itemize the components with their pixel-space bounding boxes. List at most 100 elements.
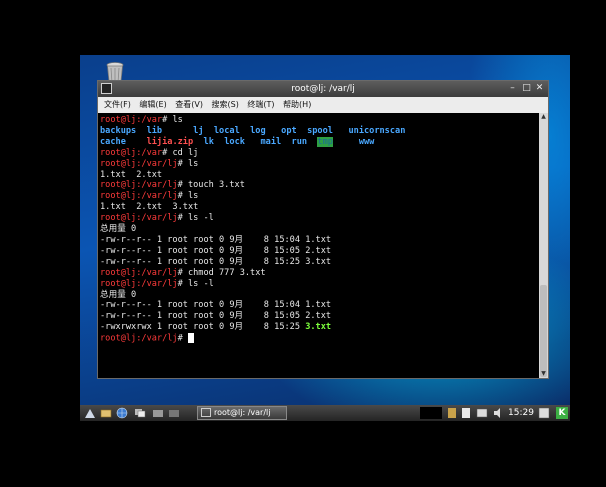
terminal-text: root@lj:/var/lj	[100, 267, 178, 278]
terminal-text: -rw-r--r-- 1 root root 0 9月 8 15:04 1.tx…	[100, 234, 332, 245]
terminal-text: root@lj:/var/lj	[100, 213, 178, 224]
start-menu-icon[interactable]	[84, 407, 96, 419]
menu-search[interactable]: 搜索(S)	[212, 100, 239, 109]
terminal-text: opt	[281, 125, 297, 136]
terminal-text: root@lj:/var/lj	[100, 180, 178, 191]
terminal-output[interactable]: root@lj:/var# ls backups lib lj local log…	[100, 115, 538, 377]
show-desktop-icon[interactable]	[134, 407, 146, 419]
terminal-text: 总用量 0	[100, 224, 137, 235]
file-manager-icon[interactable]	[100, 407, 112, 419]
terminal-text: root@lj:/var/lj	[100, 333, 178, 344]
workspace-icon[interactable]	[152, 407, 164, 419]
window-title: root@lj: /var/lj	[291, 84, 355, 94]
keyboard-layout-icon[interactable]: K	[556, 407, 568, 419]
terminal-text: backups	[100, 125, 137, 136]
terminal-text: #	[177, 333, 188, 344]
menubar: 文件(F) 编辑(E) 查看(V) 搜索(S) 终端(T) 帮助(H)	[98, 97, 548, 113]
terminal-text: cache	[100, 136, 126, 147]
workspace-switch-icon[interactable]	[168, 407, 180, 419]
scroll-up-icon[interactable]: ▲	[539, 113, 548, 121]
terminal-text: 1.txt 2.txt	[100, 169, 163, 180]
terminal-line: 总用量 0	[100, 224, 538, 235]
terminal-line: root@lj:/var/lj# ls -l	[100, 279, 538, 290]
terminal-text: log	[250, 125, 266, 136]
terminal-text: lj	[193, 125, 204, 136]
terminal-text: -rw-r--r-- 1 root root 0 9月 8 15:05 2.tx…	[100, 311, 332, 322]
terminal-text: www	[358, 136, 375, 147]
menu-file[interactable]: 文件(F)	[104, 100, 131, 109]
terminal-task-icon	[201, 408, 211, 417]
volume-icon[interactable]	[492, 407, 504, 419]
window-titlebar[interactable]: root@lj: /var/lj – □ ✕	[98, 81, 548, 97]
terminal-line: -rw-r--r-- 1 root root 0 9月 8 15:05 2.tx…	[100, 311, 538, 322]
terminal-text: -rw-r--r-- 1 root root 0 9月 8 15:04 1.tx…	[100, 300, 332, 311]
terminal-text: -rwxrwxrwx 1 root root 0 9月 8 15:25	[100, 322, 306, 333]
minimize-button[interactable]: –	[507, 83, 518, 94]
terminal-line: -rw-r--r-- 1 root root 0 9月 8 15:04 1.tx…	[100, 300, 538, 311]
terminal-text: -rw-r--r-- 1 root root 0 9月 8 15:05 2.tx…	[100, 245, 332, 256]
terminal-line: -rw-r--r-- 1 root root 0 9月 8 15:25 3.tx…	[100, 257, 538, 268]
taskbar-terminal-button[interactable]: root@lj: /var/lj	[197, 406, 287, 420]
menu-view[interactable]: 查看(V)	[175, 100, 203, 109]
terminal-text: 3.txt	[305, 322, 332, 333]
terminal-text: # chmod 777 3.txt	[177, 267, 266, 278]
terminal-text: root@lj:/var/lj	[100, 278, 178, 289]
terminal-line: -rw-r--r-- 1 root root 0 9月 8 15:04 1.tx…	[100, 235, 538, 246]
terminal-line: -rw-r--r-- 1 root root 0 9月 8 15:05 2.tx…	[100, 246, 538, 257]
terminal-app-icon	[101, 83, 112, 94]
terminal-text: lk	[203, 136, 214, 147]
browser-icon[interactable]	[116, 407, 128, 419]
terminal-text: # ls -l	[177, 213, 214, 224]
menu-help[interactable]: 帮助(H)	[283, 100, 311, 109]
terminal-text: spool	[307, 125, 333, 136]
terminal-line: root@lj:/var/lj# ls	[100, 159, 538, 170]
terminal-text: 1.txt 2.txt 3.txt	[100, 202, 199, 213]
terminal-line: root@lj:/var/lj# touch 3.txt	[100, 180, 538, 191]
terminal-line: root@lj:/var/lj#	[100, 333, 538, 344]
terminal-text: local	[213, 125, 240, 136]
terminal-line: root@lj:/var/lj# ls -l	[100, 213, 538, 224]
terminal-text: # ls	[177, 158, 199, 169]
terminal-scrollbar[interactable]: ▲ ▼	[539, 113, 548, 378]
terminal-line: cache lijia.zip lk lock mail run tmp www	[100, 136, 538, 148]
scrollbar-thumb[interactable]	[540, 285, 547, 377]
terminal-line: 总用量 0	[100, 290, 538, 301]
tray-monitor	[420, 407, 442, 419]
maximize-button[interactable]: □	[521, 83, 532, 94]
terminal-text: run	[291, 136, 308, 147]
scroll-down-icon[interactable]: ▼	[539, 370, 548, 378]
taskbar-terminal-label: root@lj: /var/lj	[214, 408, 271, 417]
terminal-text: lock	[224, 136, 245, 147]
terminal-line: -rwxrwxrwx 1 root root 0 9月 8 15:25 3.tx…	[100, 322, 538, 333]
terminal-text: tmp	[317, 136, 333, 147]
terminal-line: root@lj:/var/lj# ls	[100, 191, 538, 202]
terminal-text: unicornscan	[348, 125, 406, 136]
menu-terminal[interactable]: 终端(T)	[247, 100, 274, 109]
terminal-text: # ls	[162, 115, 183, 125]
taskbar: root@lj: /var/lj 15:29 K	[80, 405, 570, 421]
tray-app-icon[interactable]	[460, 407, 472, 419]
logout-icon[interactable]	[538, 407, 550, 419]
taskbar-clock[interactable]: 15:29	[508, 405, 534, 421]
menu-edit[interactable]: 编辑(E)	[139, 100, 166, 109]
terminal-text: lib	[146, 125, 163, 136]
terminal-line: backups lib lj local log opt spool unico…	[100, 126, 538, 137]
close-button[interactable]: ✕	[534, 83, 545, 94]
terminal-text: # cd lj	[162, 147, 199, 158]
terminal-text: root@lj:/var	[100, 147, 163, 158]
tray-app-icon[interactable]	[446, 407, 458, 419]
terminal-text: -rw-r--r-- 1 root root 0 9月 8 15:25 3.tx…	[100, 256, 332, 267]
terminal-text: # ls	[177, 191, 199, 202]
network-icon[interactable]	[476, 407, 488, 419]
